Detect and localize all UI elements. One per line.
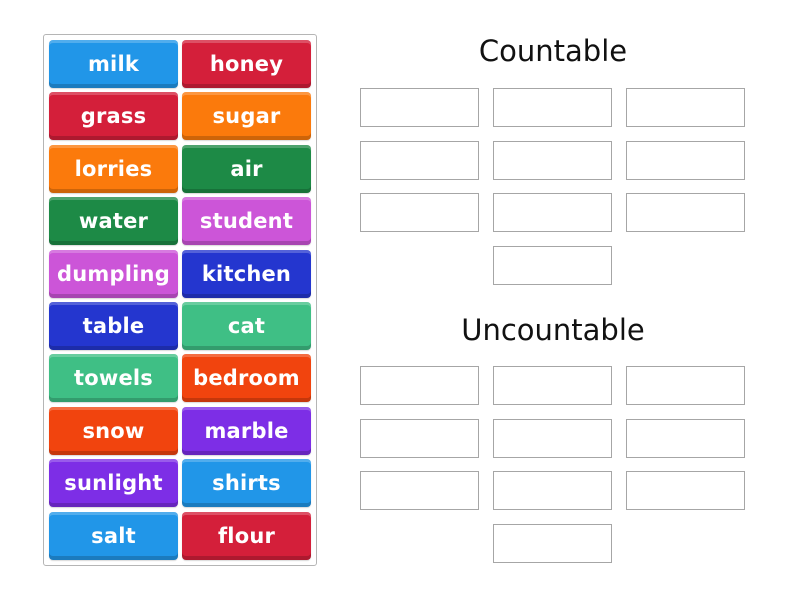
drop-slot[interactable]: [360, 140, 479, 180]
drop-slot[interactable]: [360, 471, 479, 510]
word-tile[interactable]: bedroom: [182, 354, 311, 403]
drop-slot[interactable]: [360, 366, 479, 405]
word-bank: milk honey grass sugar lorries air water studen…: [43, 34, 317, 566]
word-tile[interactable]: cat: [182, 302, 311, 350]
drop-slot[interactable]: [493, 140, 612, 180]
word-tile[interactable]: sunlight: [49, 459, 178, 508]
drop-slot[interactable]: [626, 88, 745, 127]
drop-slot[interactable]: [626, 418, 745, 458]
word-tile[interactable]: grass: [49, 92, 178, 141]
drop-slot[interactable]: [360, 418, 479, 458]
drop-slot[interactable]: [493, 471, 612, 510]
drop-slot[interactable]: [493, 418, 612, 458]
word-tile[interactable]: student: [182, 197, 311, 246]
drop-slot[interactable]: [493, 88, 612, 127]
drop-slot[interactable]: [626, 140, 745, 180]
drop-slot[interactable]: [360, 193, 479, 232]
word-tile[interactable]: lorries: [49, 144, 178, 193]
word-tile[interactable]: table: [49, 302, 178, 350]
group-heading-countable: Countable: [478, 34, 628, 68]
word-tile[interactable]: towels: [49, 354, 178, 403]
drop-slot[interactable]: [493, 193, 612, 232]
drop-slot[interactable]: [493, 245, 612, 285]
drop-slot[interactable]: [626, 193, 745, 232]
drop-slot[interactable]: [493, 523, 612, 563]
word-tile[interactable]: snow: [49, 406, 178, 455]
word-tile[interactable]: air: [182, 144, 311, 193]
word-tile[interactable]: sugar: [182, 92, 311, 141]
word-tile[interactable]: dumpling: [49, 249, 178, 298]
word-tile[interactable]: salt: [49, 511, 178, 560]
word-tile[interactable]: honey: [182, 40, 311, 88]
drop-slot[interactable]: [493, 366, 612, 405]
drop-slot[interactable]: [626, 471, 745, 510]
word-tile[interactable]: milk: [49, 40, 178, 88]
word-tile[interactable]: marble: [182, 406, 311, 455]
word-tile[interactable]: kitchen: [182, 249, 311, 298]
word-tile[interactable]: flour: [182, 511, 311, 560]
drop-slot[interactable]: [360, 88, 479, 127]
word-tile[interactable]: shirts: [182, 459, 311, 508]
word-tile[interactable]: water: [49, 197, 178, 246]
group-heading-uncountable: Uncountable: [461, 313, 645, 347]
drop-slot[interactable]: [626, 366, 745, 405]
